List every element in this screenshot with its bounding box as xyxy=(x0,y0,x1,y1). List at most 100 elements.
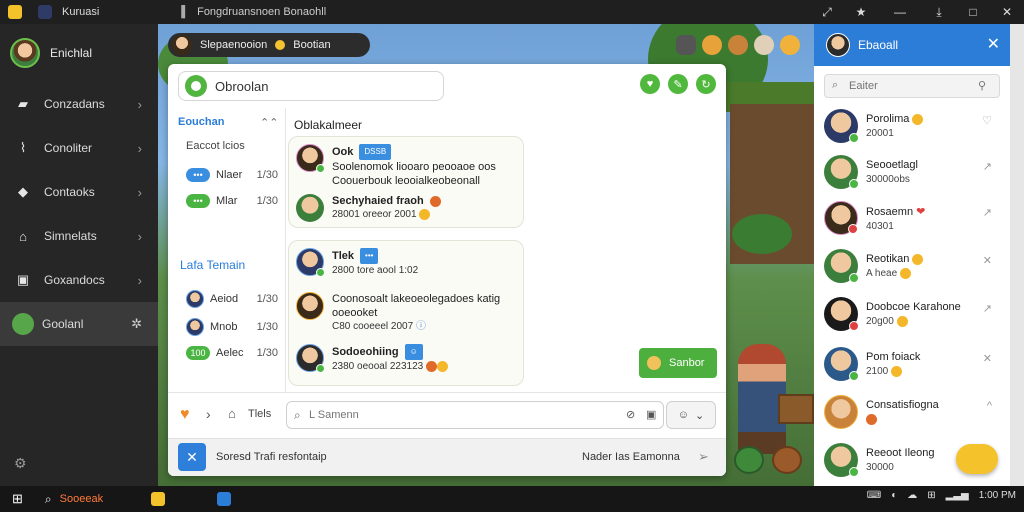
contact-item[interactable]: Pom foiack 2100 ✕ xyxy=(824,342,1000,386)
profile[interactable]: Enichlal xyxy=(0,24,158,82)
image-icon[interactable]: ▣ xyxy=(646,408,656,421)
close-icon[interactable]: ✕ xyxy=(987,34,1000,54)
contact-name: Reotikan xyxy=(866,252,910,265)
chat-message[interactable]: Tlek ••• 2800 tore aool 1:02 xyxy=(296,248,516,278)
keyboard-icon[interactable]: ⌨ xyxy=(867,490,881,501)
heart-icon[interactable]: ♥ xyxy=(640,74,660,94)
sidebar-item-label: Simnelats xyxy=(44,229,97,243)
chat-bubble-icon[interactable] xyxy=(734,446,764,474)
list-item[interactable]: ••• Nlaer 1/30 xyxy=(186,168,278,182)
player-badge: Bootian xyxy=(293,39,331,51)
list-item[interactable]: Mnob 1/30 xyxy=(186,318,278,336)
close-icon[interactable]: ✕ xyxy=(983,352,992,365)
chevron-down-icon: ⌄ xyxy=(695,409,705,422)
contact-item[interactable]: Doobcoe Karahone 20g00 ↗ xyxy=(824,292,1000,336)
crate xyxy=(778,394,814,424)
close-icon[interactable]: ✕ xyxy=(983,254,992,267)
list-item[interactable]: 100 Aelec 1/30 xyxy=(186,346,278,360)
sidebar-item-bag[interactable]: ▣ Goxandocs › xyxy=(0,258,158,302)
tools-icon[interactable]: ✕ xyxy=(178,443,206,471)
list-item[interactable]: Aeiod 1/30 xyxy=(186,290,278,308)
sidebar-item-home[interactable]: ⌂ Simnelats › xyxy=(0,214,158,258)
heart-icon[interactable]: ♡ xyxy=(982,114,992,127)
taskbar-search-label[interactable]: Sooeeak xyxy=(60,493,103,505)
share-icon[interactable]: ↗ xyxy=(983,206,992,219)
pet-icon[interactable] xyxy=(772,446,802,474)
chat-title-field[interactable]: Obroolan xyxy=(178,71,444,101)
message-text: Soolenomok liooaro peooaoe oos Coouerbou… xyxy=(332,161,496,187)
footer-right-text[interactable]: Nader Ias Eamonna xyxy=(582,451,680,463)
tab-icon[interactable] xyxy=(38,5,52,19)
file-explorer-icon[interactable] xyxy=(151,492,166,506)
new-chat-fab[interactable] xyxy=(956,444,998,474)
close-icon[interactable]: ✕ xyxy=(990,5,1024,19)
profile-name: Enichlal xyxy=(50,46,93,60)
send-message-button[interactable]: Sanbor xyxy=(639,348,717,378)
emoji-icon xyxy=(419,208,431,220)
chat-message[interactable]: Ook DSSB Soolenomok liooaro peooaoe oos C… xyxy=(296,144,516,188)
edit-icon[interactable]: ✎ xyxy=(668,74,688,94)
share-icon[interactable]: ↗ xyxy=(983,160,992,173)
avatar xyxy=(186,318,204,336)
chevron-right-icon[interactable]: › xyxy=(206,406,211,422)
sidebar-item-contacts[interactable]: ▰ Conzadans › xyxy=(0,82,158,126)
browser-tab[interactable]: ▌ Fongdruansnoen Bonaohll xyxy=(181,6,326,18)
share-icon[interactable]: ↗ xyxy=(983,302,992,315)
sender-name: Ook xyxy=(332,146,354,158)
sidebar-item-game[interactable]: Goolanl ✲ xyxy=(0,302,158,346)
contact-item[interactable]: Reotikan A heae ✕ xyxy=(824,244,1000,288)
maximize-icon[interactable]: □ xyxy=(956,5,990,19)
status-indicator xyxy=(316,268,325,277)
scrollbar[interactable] xyxy=(1010,24,1024,486)
message-input[interactable] xyxy=(286,401,664,429)
star-icon[interactable]: ✲ xyxy=(131,316,142,332)
bag-icon: ▣ xyxy=(16,272,30,287)
contact-item[interactable]: Seooetlagl 30000obs ↗ xyxy=(824,150,1000,194)
minimize-icon[interactable]: — xyxy=(878,5,922,19)
pin-icon[interactable]: ⤓ xyxy=(922,5,956,20)
contact-item[interactable]: Consatisfiogna ^ xyxy=(824,390,1000,434)
camera-icon[interactable] xyxy=(676,35,696,55)
refresh-icon[interactable]: ↻ xyxy=(696,74,716,94)
avatar xyxy=(826,33,850,57)
game-player-bar[interactable]: Slepaenooion Bootian xyxy=(168,33,370,57)
send-icon[interactable]: ➢ xyxy=(698,449,709,465)
smiley-icon[interactable] xyxy=(780,35,800,55)
collapse-icon[interactable]: ⌃⌃ xyxy=(260,116,278,129)
cloud-icon[interactable]: ☁ xyxy=(907,490,917,501)
status-badge: ••• xyxy=(186,194,210,208)
link-icon[interactable]: ⊘ xyxy=(626,408,635,421)
settings-icon[interactable]: ⚙ xyxy=(14,455,27,472)
status-badge: 100 xyxy=(186,346,210,360)
sidebar-item-label: Contaoks xyxy=(44,185,95,199)
star-icon[interactable]: ★ xyxy=(844,5,878,19)
clock[interactable]: 1:00 PM xyxy=(979,490,1016,501)
windows-start-icon[interactable]: ⊞ xyxy=(12,491,23,507)
contact-item[interactable]: Rosaemn ❤ 40301 ↗ xyxy=(824,196,1000,240)
display-icon[interactable]: ◐ xyxy=(891,490,897,501)
chat-header: Obroolan ♥ ✎ ↻ xyxy=(168,64,726,108)
chat-message[interactable]: Coonosoalt lakeoeolegadoes katig ooeooke… xyxy=(296,292,520,334)
avatar xyxy=(824,249,859,283)
contacts-search-input[interactable] xyxy=(824,74,1000,98)
signal-icon[interactable]: ▂▃▅ xyxy=(946,490,969,501)
sidebar-item-activity[interactable]: ⌇ Conoliter › xyxy=(0,126,158,170)
app-icon[interactable] xyxy=(217,492,232,506)
list-item[interactable]: ••• Mlar 1/30 xyxy=(186,194,278,208)
smiley-icon[interactable] xyxy=(702,35,722,55)
tag-icon[interactable]: ⌂ xyxy=(228,406,236,421)
filter-icon[interactable]: ⚲ xyxy=(978,79,986,92)
emoji-icon xyxy=(891,365,903,377)
heart-icon[interactable]: ♥ xyxy=(180,406,196,423)
search-icon[interactable]: ⌕ xyxy=(45,492,52,507)
contact-item[interactable]: Porolima 20001 ♡ xyxy=(824,104,1000,148)
network-icon[interactable]: ⊞ xyxy=(927,490,935,501)
chevron-up-icon[interactable]: ^ xyxy=(987,400,992,412)
chat-message[interactable]: Sechyhaied fraoh 28001 oreeor 2001 xyxy=(296,194,516,222)
emoji-picker-button[interactable]: ☺ ⌄ xyxy=(666,401,716,429)
expand-icon[interactable]: ⤢ xyxy=(810,5,844,20)
sidebar-item-chats[interactable]: ◆ Contaoks › xyxy=(0,170,158,214)
chat-message[interactable]: Sodoeohiing ☺ 2380 oeooal 223123 xyxy=(296,344,516,374)
avatar[interactable] xyxy=(754,35,774,55)
avatar[interactable] xyxy=(728,35,748,55)
